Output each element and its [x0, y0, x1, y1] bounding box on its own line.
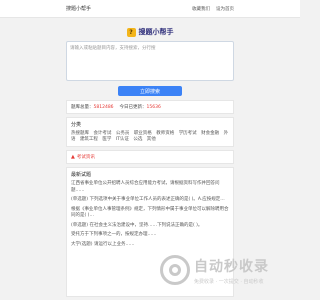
stats-bar: 题库总量：5812486 今日已更新：15636 [66, 100, 234, 114]
category-tag[interactable]: 其他 [147, 137, 156, 142]
search-input[interactable]: 请输入或粘贴题目内容，支持搜索，分行搜 [66, 41, 234, 81]
search-button[interactable]: 立即搜索 [118, 86, 182, 96]
exam-news-link[interactable]: ▲ 考试资讯 [66, 150, 234, 164]
today-count: 今日已更新：15636 [120, 104, 161, 110]
site-name[interactable]: 搜题小帮手 [66, 5, 91, 12]
category-tag[interactable]: 建筑工程 [80, 137, 98, 142]
category-heading: 分类 [71, 122, 82, 128]
question-item[interactable]: (单选题) 下列选项中关于事业单位工作人员的表述正确的是( )。A.应按规定… [71, 197, 229, 204]
total-value: 5812486 [93, 105, 114, 110]
category-tag[interactable]: 公务员 [116, 131, 130, 136]
exam-news-label: 考试资讯 [76, 155, 95, 160]
question-item[interactable]: 受托方于下列事项之一的，按规定办理…… [71, 232, 229, 239]
category-tag[interactable]: 财会金融 [201, 131, 219, 136]
total-label: 题库总量： [71, 105, 94, 110]
category-tag[interactable]: 热搜题库 [71, 131, 89, 136]
bookmark-link[interactable]: 收藏我们 [192, 6, 210, 12]
brand: ? 搜题小帮手 [66, 18, 234, 40]
today-label: 今日已更新： [119, 105, 147, 110]
category-tags: 热搜题库 会计考试 公务员 职业资格 教师资格 学历考试 财会金融 外语 建筑工… [71, 131, 229, 143]
total-count: 题库总量：5812486 [71, 104, 114, 110]
logo-icon: ? [126, 27, 136, 37]
top-links: 收藏我们 设为首页 [192, 6, 234, 12]
category-section: 分类 热搜题库 会计考试 公务员 职业资格 教师资格 学历考试 财会金融 外语 … [66, 117, 234, 147]
category-tag[interactable]: 医学 [102, 137, 111, 142]
category-tag[interactable]: 职业资格 [134, 131, 152, 136]
flame-icon: ▲ [71, 154, 75, 160]
category-tag[interactable]: 学历考试 [179, 131, 197, 136]
brand-title: 搜题小帮手 [138, 28, 174, 36]
main-content: ? 搜题小帮手 请输入或粘贴题目内容，支持搜索，分行搜 立即搜索 题库总量：58… [66, 18, 234, 297]
category-tag[interactable]: 公选 [133, 137, 142, 142]
question-item[interactable]: (单选题) 在社会主义法治建设中，坚持……下列说法正确的是( )。 [71, 223, 229, 230]
question-item[interactable]: 根据《事业单位人事管理条例》规定，下列情形中属于事业单位可以解除聘用合同的是( … [71, 207, 229, 220]
set-homepage-link[interactable]: 设为首页 [216, 6, 234, 12]
question-item[interactable]: 大学(选题) 请运行以上业务…… [71, 242, 229, 249]
category-tag[interactable]: 会计考试 [93, 131, 111, 136]
category-tag[interactable]: IT认证 [116, 137, 129, 142]
top-bar: 搜题小帮手 收藏我们 设为首页 [0, 0, 300, 18]
category-tag[interactable]: 教师资格 [156, 131, 174, 136]
question-item[interactable]: 江西省事业单位公开招聘人员综合应用能力考试，请根据资料写作并回答问题…… [71, 181, 229, 194]
today-value: 15636 [146, 105, 161, 110]
latest-questions: 最新试题 江西省事业单位公开招聘人员综合应用能力考试，请根据资料写作并回答问题…… [66, 167, 234, 297]
latest-heading: 最新试题 [71, 172, 92, 178]
